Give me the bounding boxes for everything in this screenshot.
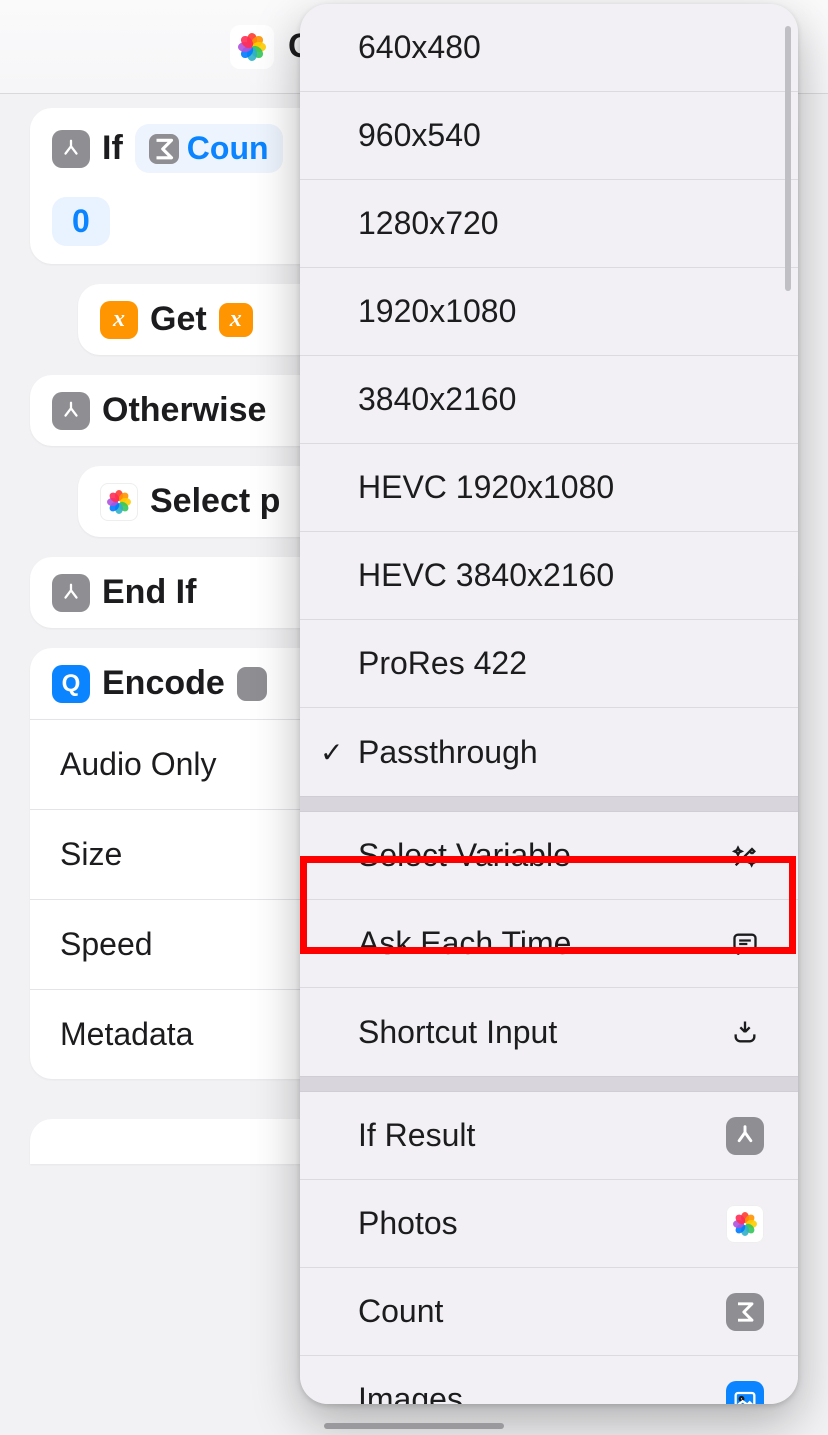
shortcut-input-option[interactable]: Shortcut Input <box>300 988 798 1076</box>
photos-app-icon <box>100 483 138 521</box>
if-variable-token[interactable]: Coun <box>135 124 283 173</box>
photos-app-icon <box>230 25 274 69</box>
ask-each-time-option[interactable]: Ask Each Time <box>300 900 798 988</box>
size-option-hevc-1920x1080[interactable]: HEVC 1920x1080 <box>300 444 798 532</box>
end-if-label: End If <box>102 573 196 612</box>
variable-count[interactable]: Count <box>300 1268 798 1356</box>
variable-photos[interactable]: Photos <box>300 1180 798 1268</box>
quicktime-icon: Q <box>52 665 90 703</box>
branch-icon <box>52 574 90 612</box>
speech-bubble-icon <box>726 925 764 963</box>
size-option-hevc-3840x2160[interactable]: HEVC 3840x2160 <box>300 532 798 620</box>
select-variable-option[interactable]: Select Variable <box>300 812 798 900</box>
branch-icon <box>726 1117 764 1155</box>
sigma-icon <box>149 134 179 164</box>
home-indicator <box>324 1423 504 1429</box>
size-option-3840x2160[interactable]: 3840x2160 <box>300 356 798 444</box>
photos-app-icon <box>726 1205 764 1243</box>
if-value-token[interactable]: 0 <box>52 197 110 246</box>
variable-x-icon: x <box>100 301 138 339</box>
if-token-text: Coun <box>187 130 269 167</box>
encode-label: Encode <box>102 664 225 703</box>
size-option-960x540[interactable]: 960x540 <box>300 92 798 180</box>
select-photos-label: Select p <box>150 482 280 521</box>
size-picker-popover: 640x480 960x540 1280x720 1920x1080 3840x… <box>300 4 798 1404</box>
if-label: If <box>102 129 123 168</box>
size-option-1920x1080[interactable]: 1920x1080 <box>300 268 798 356</box>
branch-icon <box>52 392 90 430</box>
variable-chip-icon <box>237 667 267 701</box>
size-option-1280x720[interactable]: 1280x720 <box>300 180 798 268</box>
magic-variable-section: Select Variable Ask Each Time Shortcut I… <box>300 812 798 1076</box>
variable-x-icon-2: x <box>219 303 253 337</box>
size-options-section: 640x480 960x540 1280x720 1920x1080 3840x… <box>300 4 798 796</box>
variable-images[interactable]: Images <box>300 1356 798 1404</box>
size-option-passthrough[interactable]: ✓ Passthrough <box>300 708 798 796</box>
otherwise-label: Otherwise <box>102 391 266 430</box>
shortcut-input-icon <box>726 1013 764 1051</box>
image-icon <box>726 1381 764 1405</box>
scrollbar[interactable] <box>785 26 791 291</box>
menu-separator <box>300 796 798 812</box>
if-value-text: 0 <box>72 203 90 240</box>
magic-wand-icon <box>726 837 764 875</box>
variables-section: If Result Photos <box>300 1092 798 1404</box>
checkmark-icon: ✓ <box>320 736 343 769</box>
sigma-icon <box>726 1293 764 1331</box>
variable-if-result[interactable]: If Result <box>300 1092 798 1180</box>
get-label: Get <box>150 300 207 339</box>
size-option-640x480[interactable]: 640x480 <box>300 4 798 92</box>
menu-separator <box>300 1076 798 1092</box>
size-option-prores-422[interactable]: ProRes 422 <box>300 620 798 708</box>
branch-icon <box>52 130 90 168</box>
